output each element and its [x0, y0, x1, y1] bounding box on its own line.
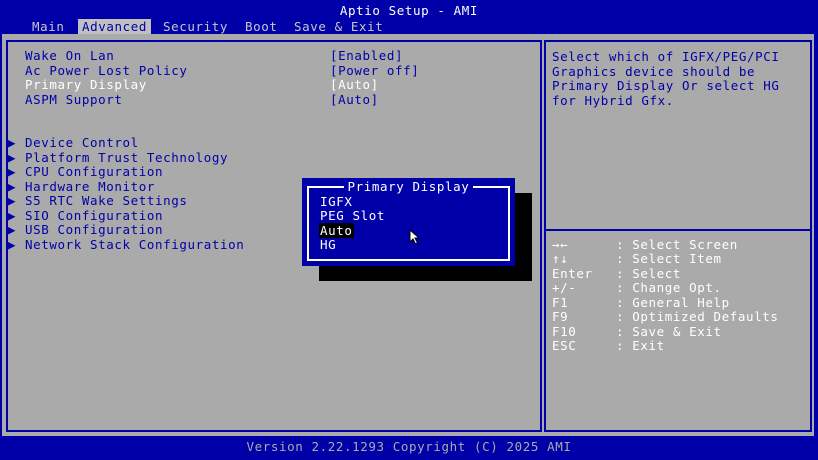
submenu-arrow-icon: ▶ — [8, 222, 17, 237]
help-divider — [546, 229, 810, 231]
help-line: for Hybrid Gfx. — [552, 92, 674, 108]
window-title: Aptio Setup - AMI — [339, 3, 479, 18]
popup-option-hg[interactable]: HG — [319, 237, 337, 252]
setting-aspm-support-value[interactable]: [Auto] — [330, 92, 379, 107]
popup-option-auto[interactable]: Auto — [319, 223, 354, 238]
submenu-arrow-icon: ▶ — [8, 179, 17, 194]
submenu-usb-configuration[interactable]: USB Configuration — [25, 222, 163, 237]
submenu-arrow-icon: ▶ — [8, 150, 17, 165]
key-plus-minus: +/- — [552, 280, 577, 295]
help-box: Select which of IGFX/PEG/PCI Graphics de… — [544, 40, 812, 432]
tab-security[interactable]: Security — [163, 19, 228, 34]
submenu-arrow-icon: ▶ — [8, 237, 17, 252]
submenu-network-stack-configuration[interactable]: Network Stack Configuration — [25, 237, 244, 252]
key-f10: F10 — [552, 324, 577, 339]
setting-primary-display-value[interactable]: [Auto] — [330, 77, 379, 92]
popup-title: Primary Display — [302, 179, 515, 194]
key-esc: ESC — [552, 338, 577, 353]
key-arrows-lr: →← — [552, 237, 569, 252]
setting-ac-power-lost-policy[interactable]: Ac Power Lost Policy — [25, 63, 188, 78]
submenu-sio-configuration[interactable]: SIO Configuration — [25, 208, 163, 223]
setting-aspm-support[interactable]: ASPM Support — [25, 92, 123, 107]
setting-ac-power-lost-policy-value[interactable]: [Power off] — [330, 63, 419, 78]
submenu-arrow-icon: ▶ — [8, 164, 17, 179]
submenu-arrow-icon: ▶ — [8, 208, 17, 223]
setting-wake-on-lan-value[interactable]: [Enabled] — [330, 48, 403, 63]
setting-primary-display[interactable]: Primary Display — [25, 77, 147, 92]
key-f1: F1 — [552, 295, 569, 310]
primary-display-popup: Primary Display IGFX PEG Slot Auto HG — [302, 178, 515, 266]
popup-option-peg-slot[interactable]: PEG Slot — [319, 208, 386, 223]
key-desc: : Save & Exit — [616, 324, 722, 339]
submenu-platform-trust-technology[interactable]: Platform Trust Technology — [25, 150, 228, 165]
submenu-device-control[interactable]: Device Control — [25, 135, 139, 150]
key-arrows-ud: ↑↓ — [552, 251, 569, 266]
footer-version: Version 2.22.1293 Copyright (C) 2025 AMI — [246, 439, 572, 454]
help-line: Primary Display Or select HG — [552, 78, 780, 94]
submenu-hardware-monitor[interactable]: Hardware Monitor — [25, 179, 155, 194]
key-enter: Enter — [552, 266, 593, 281]
help-line: Graphics device should be — [552, 63, 756, 79]
tab-save-exit[interactable]: Save & Exit — [294, 19, 383, 34]
tab-boot[interactable]: Boot — [245, 19, 278, 34]
help-line: Select which of IGFX/PEG/PCI — [552, 49, 780, 64]
key-desc: : Select Item — [616, 251, 722, 266]
submenu-cpu-configuration[interactable]: CPU Configuration — [25, 164, 163, 179]
key-desc: : Optimized Defaults — [616, 309, 779, 324]
popup-title-text: Primary Display — [343, 179, 474, 194]
help-text: Select which of IGFX/PEG/PCI Graphics de… — [552, 49, 802, 108]
key-desc: : Change Opt. — [616, 280, 722, 295]
tab-advanced[interactable]: Advanced — [78, 19, 152, 34]
key-desc: : Select Screen — [616, 237, 738, 252]
submenu-arrow-icon: ▶ — [8, 135, 17, 150]
mouse-cursor-icon — [409, 229, 421, 245]
submenu-arrow-icon: ▶ — [8, 193, 17, 208]
popup-option-igfx[interactable]: IGFX — [319, 194, 354, 209]
key-f9: F9 — [552, 309, 569, 324]
tab-main[interactable]: Main — [32, 19, 65, 34]
setting-wake-on-lan[interactable]: Wake On Lan — [25, 48, 114, 63]
key-desc: : Exit — [616, 338, 665, 353]
key-desc: : Select — [616, 266, 682, 281]
submenu-s5-rtc-wake-settings[interactable]: S5 RTC Wake Settings — [25, 193, 188, 208]
key-desc: : General Help — [616, 295, 730, 310]
